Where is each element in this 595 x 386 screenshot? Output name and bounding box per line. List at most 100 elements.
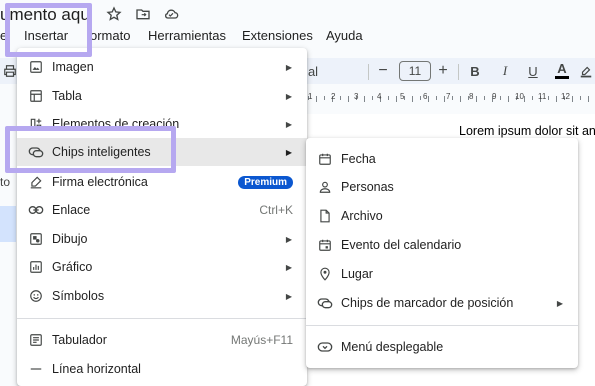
submenu-arrow-icon: ▶ (285, 147, 292, 157)
ruler-tick (316, 96, 317, 102)
menu-item-tab[interactable]: Tabulador Mayús+F11 (17, 326, 307, 354)
submenu-item-calendar-event[interactable]: Evento del calendario (306, 231, 578, 259)
italic-button[interactable]: I (498, 61, 512, 81)
ruler-label: 4 (377, 92, 382, 101)
menu-item-label: Tabla (52, 89, 82, 103)
ruler-tick (476, 96, 477, 102)
cloud-status-icon[interactable] (162, 6, 180, 24)
menu-format[interactable]: ormato (90, 28, 130, 43)
menu-help[interactable]: Ayuda (326, 28, 363, 43)
menu-item-symbols[interactable]: Símbolos ▶ (17, 282, 307, 310)
chart-icon (28, 259, 44, 275)
ruler-tick (508, 96, 509, 102)
ruler[interactable]: 1 2 3 4 5 6 7 8 9 10 11 12 (300, 92, 595, 106)
signature-icon (28, 174, 44, 190)
table-icon (28, 88, 44, 104)
shortcut-label: Mayús+F11 (230, 333, 293, 347)
submenu-item-people[interactable]: Personas (306, 173, 578, 201)
horizontal-line-icon (28, 361, 44, 377)
print-icon[interactable] (2, 61, 18, 81)
increase-font-size-button[interactable]: + (436, 61, 450, 81)
title-icons (106, 6, 180, 24)
place-icon (317, 266, 333, 282)
submenu-arrow-icon: ▶ (285, 234, 292, 244)
submenu-item-placeholder-chips[interactable]: Chips de marcador de posición ▶ (306, 289, 578, 317)
ruler-tick (548, 96, 549, 100)
submenu-item-label: Evento del calendario (341, 238, 462, 252)
submenu-item-label: Chips de marcador de posición (341, 296, 514, 310)
calendar-icon (317, 151, 333, 167)
star-icon[interactable] (106, 6, 124, 24)
ruler-tick (444, 96, 445, 102)
menu-item-label: Firma electrónica (52, 175, 148, 189)
calendar-event-icon (317, 237, 333, 253)
ruler-label: 2 (331, 92, 336, 101)
ruler-label: 3 (354, 92, 359, 101)
ruler-tick (388, 96, 389, 100)
ruler-label: 9 (492, 92, 497, 101)
insert-menu: Imagen ▶ Tabla ▶ Elementos de creación ▶… (17, 48, 307, 386)
tab-icon (28, 332, 44, 348)
font-family-dropdown[interactable]: al (306, 61, 320, 81)
submenu-item-date[interactable]: Fecha (306, 145, 578, 173)
submenu-item-label: Lugar (341, 267, 373, 281)
ruler-label: 8 (469, 92, 474, 101)
ruler-tick (452, 96, 453, 100)
text-color-button[interactable]: A (555, 61, 569, 79)
highlight-color-icon[interactable] (578, 61, 594, 81)
outline-selected-item[interactable] (0, 206, 16, 242)
move-folder-icon[interactable] (134, 6, 152, 24)
ruler-tick (524, 96, 525, 102)
menu-item-link[interactable]: Enlace Ctrl+K (17, 196, 307, 224)
ruler-tick (580, 96, 581, 100)
underline-button[interactable]: U (526, 61, 540, 81)
outline-label: to (0, 175, 11, 189)
menu-item-label: Dibujo (52, 232, 88, 246)
submenu-item-file[interactable]: Archivo (306, 202, 578, 230)
ruler-tick (484, 96, 485, 100)
bold-button[interactable]: B (468, 61, 482, 81)
drawing-icon (28, 231, 44, 247)
ruler-tick (500, 96, 501, 100)
menu-item-table[interactable]: Tabla ▶ (17, 82, 307, 110)
submenu-item-label: Archivo (341, 209, 383, 223)
link-icon (28, 202, 44, 218)
ruler-tick (556, 96, 557, 102)
font-size-input[interactable]: 11 (399, 61, 431, 81)
menu-item-label: Imagen (52, 60, 94, 74)
decrease-font-size-button[interactable]: − (376, 61, 390, 81)
emoji-icon (28, 288, 44, 304)
ruler-tick (572, 96, 573, 102)
menu-tools[interactable]: Herramientas (148, 28, 226, 43)
menu-item-chart[interactable]: Gráfico ▶ (17, 253, 307, 281)
submenu-item-label: Fecha (341, 152, 376, 166)
premium-badge: Premium (238, 175, 293, 189)
submenu-item-place[interactable]: Lugar (306, 260, 578, 288)
toolbar-divider (368, 64, 369, 80)
shortcut-label: Ctrl+K (259, 203, 293, 217)
image-icon (28, 59, 44, 75)
ruler-tick (324, 96, 325, 100)
menu-item-label: Símbolos (52, 289, 105, 303)
submenu-arrow-icon: ▶ (556, 298, 563, 308)
smart-chips-highlight (5, 126, 176, 173)
submenu-item-dropdown[interactable]: Menú desplegable (306, 333, 578, 361)
menu-item-image[interactable]: Imagen ▶ (17, 53, 307, 81)
menu-item-horizontal-line[interactable]: Línea horizontal (17, 355, 307, 383)
ruler-tick (436, 96, 437, 100)
person-icon (317, 179, 333, 195)
menu-item-drawing[interactable]: Dibujo ▶ (17, 225, 307, 253)
menu-extensions[interactable]: Extensiones (242, 28, 313, 43)
insert-menu-highlight (5, 3, 92, 57)
submenu-arrow-icon: ▶ (285, 119, 292, 129)
ruler-tick (420, 96, 421, 100)
ruler-label: 7 (446, 92, 451, 101)
submenu-item-label: Personas (341, 180, 394, 194)
menu-item-label: Gráfico (52, 260, 93, 274)
menu-divider (17, 318, 307, 319)
submenu-arrow-icon: ▶ (285, 62, 292, 72)
submenu-arrow-icon: ▶ (285, 262, 292, 272)
toolbar-divider (458, 64, 459, 80)
submenu-arrow-icon: ▶ (285, 291, 292, 301)
smart-chips-submenu: Fecha Personas Archivo Evento del calend… (306, 138, 578, 368)
